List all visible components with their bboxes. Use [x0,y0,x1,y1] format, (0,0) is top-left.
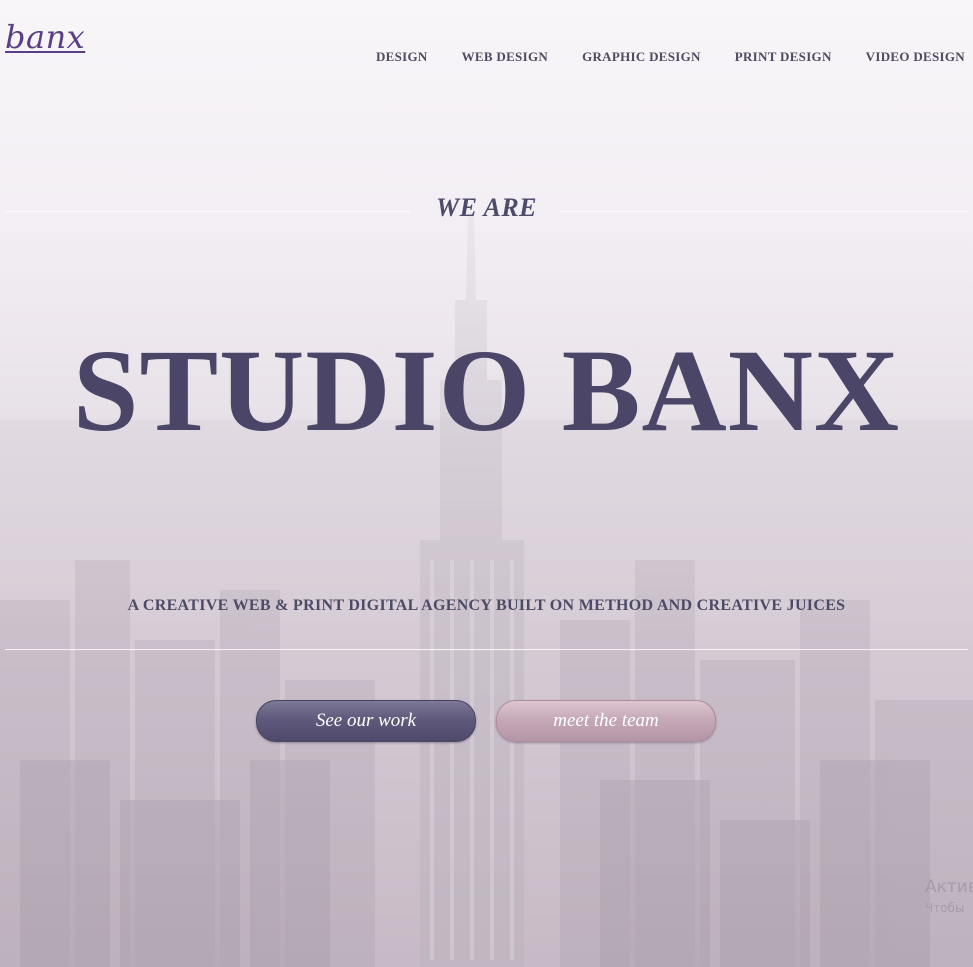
hero-title: STUDIO BANX [72,325,901,456]
city-skyline-background [0,215,973,967]
main-nav: DESIGN WEB DESIGN GRAPHIC DESIGN PRINT D… [342,49,965,65]
nav-item-graphic-design[interactable]: GRAPHIC DESIGN [582,49,701,65]
activation-line-1: Актив [925,877,973,897]
nav-item-video-design[interactable]: VIDEO DESIGN [866,49,965,65]
page: banx DESIGN WEB DESIGN GRAPHIC DESIGN PR… [0,0,973,967]
nav-item-design[interactable]: DESIGN [376,49,428,65]
divider-bottom [5,649,968,650]
nav-item-web-design[interactable]: WEB DESIGN [462,49,548,65]
os-activation-watermark: Актив Чтобы [925,877,973,915]
nav-item-print-design[interactable]: PRINT DESIGN [735,49,832,65]
hero-kicker: WE ARE [435,193,538,222]
background-haze [0,0,973,967]
meet-the-team-button[interactable]: meet the team [496,700,716,742]
logo-link[interactable]: banx [5,18,85,56]
activation-line-2: Чтобы [925,901,965,915]
hero-tagline: A CREATIVE WEB & PRINT DIGITAL AGENCY BU… [127,597,846,614]
see-our-work-button[interactable]: See our work [256,700,476,742]
